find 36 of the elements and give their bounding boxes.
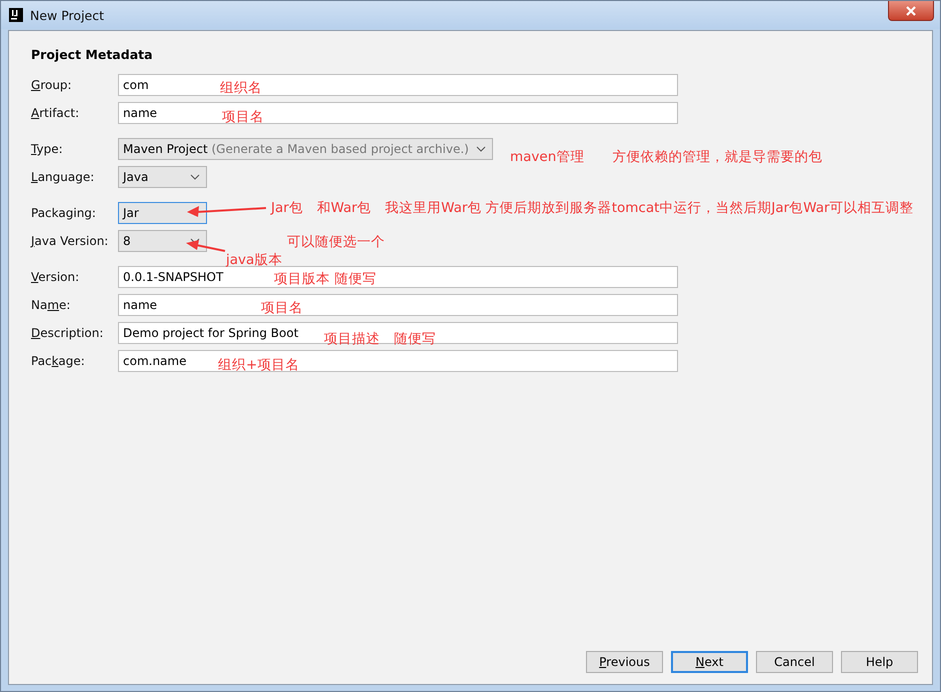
dialog-button[interactable]: Help bbox=[841, 651, 918, 673]
dropdown[interactable]: Jar bbox=[118, 202, 207, 224]
dropdown[interactable]: 8 bbox=[118, 230, 207, 252]
annotation-note: 项目版本 随便写 bbox=[274, 271, 376, 288]
annotation-note: 项目名 bbox=[261, 300, 303, 317]
field-label: Language: bbox=[31, 170, 96, 184]
chevron-icon bbox=[476, 146, 486, 152]
annotation-note: 项目名 bbox=[222, 109, 264, 126]
close-icon bbox=[905, 4, 917, 16]
type-dropdown[interactable]: Maven Project (Generate a Maven based project archive.) bbox=[118, 138, 493, 160]
annotation-note: 可以随便选一个 bbox=[287, 234, 385, 251]
app-icon bbox=[9, 8, 23, 22]
annotation-note: 组织名 bbox=[220, 80, 262, 97]
annotation-note: maven管理 方便依赖的管理，就是导需要的包 bbox=[510, 149, 822, 166]
field-label: Group: bbox=[31, 78, 73, 92]
field-label: Description: bbox=[31, 326, 104, 340]
window-title: New Project bbox=[30, 8, 104, 22]
field-label: Type: bbox=[31, 142, 64, 156]
field-label: Version: bbox=[31, 270, 80, 284]
annotation-note: java版本 bbox=[226, 252, 282, 269]
dialog-button[interactable]: Next bbox=[671, 651, 748, 673]
dialog-button[interactable]: Previous bbox=[586, 651, 663, 673]
field-label: Packaging: bbox=[31, 206, 97, 220]
field-label: Package: bbox=[31, 354, 86, 368]
arrow bbox=[186, 240, 226, 252]
chevron-icon bbox=[190, 174, 200, 180]
dialog-button[interactable]: Cancel bbox=[756, 651, 833, 673]
field-label: Java Version: bbox=[31, 234, 110, 248]
field-label: Artifact: bbox=[31, 106, 80, 120]
dropdown[interactable]: Java bbox=[118, 166, 207, 188]
annotation-note: Jar包 和War包 我这里用War包 方便后期放到服务器tomcat中运行，当然后期Jar包War可以相互调整 bbox=[271, 200, 915, 217]
field-label: Name: bbox=[31, 298, 72, 312]
annotation-note: 组织+项目名 bbox=[218, 357, 300, 374]
section-title: Project Metadata bbox=[31, 47, 154, 62]
close-button[interactable] bbox=[888, 1, 934, 21]
chevron-icon bbox=[190, 238, 200, 244]
